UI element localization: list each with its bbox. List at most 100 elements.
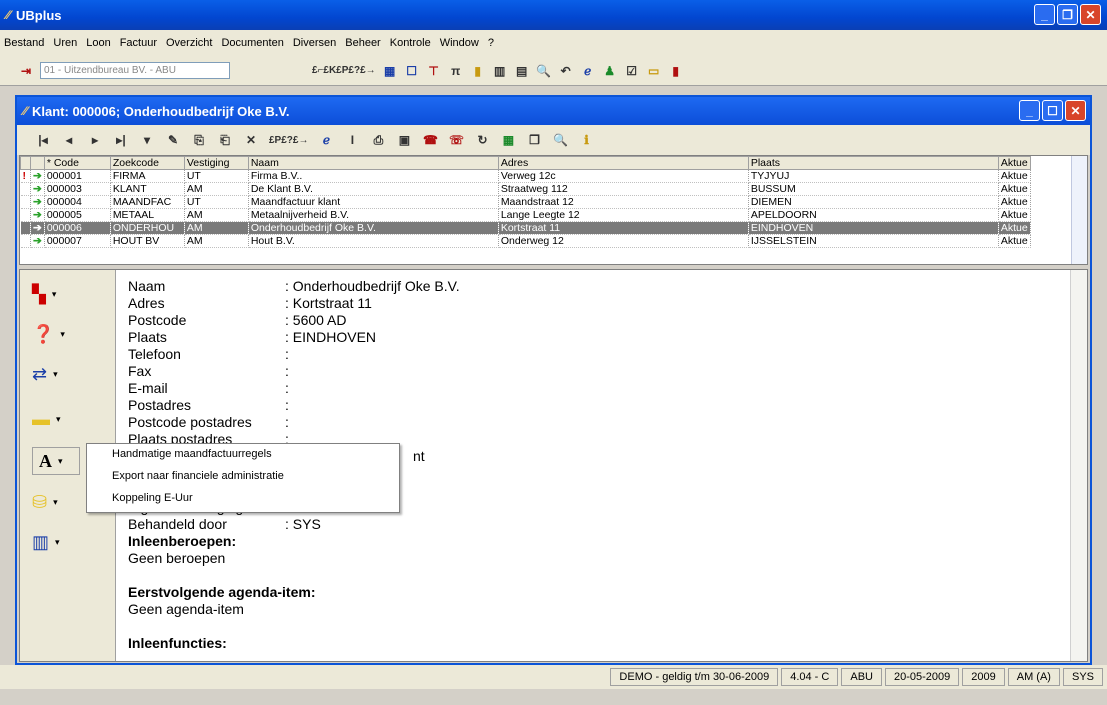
heading-inleenfuncties: Inleenfuncties:	[128, 635, 227, 651]
company-select[interactable]: 01 - Uitzendbureau BV. - ABU	[40, 62, 230, 79]
minimize-button[interactable]: _	[1034, 4, 1055, 25]
help-button[interactable]: ❓ ▾	[32, 320, 92, 348]
table-row[interactable]: ! ➔ 000001 FIRMA UT Firma B.V.. Verweg 1…	[20, 169, 1031, 183]
client-codes-icon[interactable]: £P£?£→	[269, 135, 308, 146]
status-version: 4.04 - C	[781, 668, 839, 686]
folder-button[interactable]: ▬ ▾	[32, 405, 92, 433]
value-email: :	[285, 380, 289, 396]
table-button[interactable]: ▥ ▾	[32, 528, 92, 556]
table-row[interactable]: ➔ 000007 HOUT BV AM Hout B.V. Onderweg 1…	[20, 234, 1031, 248]
window-icon[interactable]: ☐	[404, 64, 420, 78]
heading-agenda: Eerstvolgende agenda-item:	[128, 584, 316, 600]
col-header-naam[interactable]: Naam	[247, 156, 499, 170]
menu-factuur[interactable]: Factuur	[120, 37, 157, 49]
book-icon[interactable]: ▮	[470, 64, 486, 78]
info-icon[interactable]: ℹ	[578, 133, 594, 147]
cell-vestiging: AM	[184, 208, 249, 222]
cell-vestiging: UT	[184, 195, 249, 209]
delete-icon[interactable]: ✕	[243, 133, 259, 147]
note-icon[interactable]: ▭	[646, 64, 662, 78]
web-icon[interactable]: ℯ	[318, 133, 334, 147]
menu-beheer[interactable]: Beheer	[345, 37, 380, 49]
menu-help[interactable]: ?	[488, 37, 494, 49]
menu-item-koppeling-e-uur[interactable]: Koppeling E-Uur	[87, 488, 399, 510]
cell-aktueel: Aktue	[998, 234, 1031, 248]
phone2-icon[interactable]: ☏	[448, 133, 464, 147]
arrow-icon: ➔	[30, 221, 45, 235]
value-postadres: :	[285, 397, 289, 413]
print-icon[interactable]: ⎙	[370, 133, 386, 148]
columns-icon[interactable]: ▥	[492, 64, 508, 78]
refresh-icon[interactable]: ↻	[474, 133, 490, 147]
close-button[interactable]: ✕	[1080, 4, 1101, 25]
next-record-icon[interactable]: ▸	[87, 133, 103, 147]
child-close-button[interactable]: ✕	[1065, 100, 1086, 121]
phone-icon[interactable]: ☎	[422, 133, 438, 147]
value-telefoon: :	[285, 346, 289, 362]
menu-kontrole[interactable]: Kontrole	[390, 37, 431, 49]
menu-bestand[interactable]: Bestand	[4, 37, 44, 49]
cell-aktueel: Aktue	[998, 182, 1031, 196]
prev-record-icon[interactable]: ◂	[61, 133, 77, 147]
calculator-icon[interactable]: ▦	[382, 64, 398, 78]
menu-diversen[interactable]: Diversen	[293, 37, 336, 49]
chevron-down-icon: ▾	[51, 288, 57, 299]
copy-icon[interactable]: ⎘	[191, 133, 207, 148]
col-header-vestiging[interactable]: Vestiging	[183, 156, 249, 170]
browser-icon[interactable]: ℯ	[580, 64, 596, 78]
last-record-icon[interactable]: ▸|	[113, 133, 129, 147]
arrow-icon: ➔	[30, 169, 45, 183]
toolbar-codes-icon[interactable]: £⌐£K£P£?£→	[312, 65, 376, 76]
edit-icon[interactable]: ✎	[165, 133, 181, 147]
col-header-aktueel[interactable]: Aktue	[997, 156, 1031, 170]
client-window: ⁄⁄ Klant: 000006; Onderhoudbedrijf Oke B…	[15, 95, 1092, 665]
fax-icon[interactable]: ▣	[396, 133, 412, 147]
pin-icon[interactable]: ⊤	[426, 64, 442, 78]
menu-item-export-financiele-administratie[interactable]: Export naar financiele administratie	[87, 466, 399, 488]
cell-plaats: BUSSUM	[748, 182, 999, 196]
door-exit-icon[interactable]: ▮	[668, 64, 684, 78]
grid-icon[interactable]: ▤	[514, 64, 530, 78]
restore-button[interactable]: ❐	[1057, 4, 1078, 25]
child-maximize-button[interactable]: ☐	[1042, 100, 1063, 121]
table-row[interactable]: ➔ 000003 KLANT AM De Klant B.V. Straatwe…	[20, 182, 1031, 196]
label-adres: Adres	[128, 295, 165, 311]
menu-uren[interactable]: Uren	[53, 37, 77, 49]
text-cursor-icon[interactable]: I	[344, 133, 360, 147]
database-button[interactable]: ⛁ ▾	[32, 488, 92, 516]
detail-scrollbar[interactable]	[1070, 270, 1087, 661]
text-button[interactable]: A ▾	[32, 447, 80, 475]
col-header-plaats[interactable]: Plaats	[747, 156, 999, 170]
people-icon[interactable]: ♟	[602, 64, 618, 78]
table-row-selected[interactable]: ➔ 000006 ONDERHOU AM Onderhoudbedrijf Ok…	[20, 221, 1031, 235]
undo-icon[interactable]: ↶	[558, 64, 574, 78]
table-row[interactable]: ➔ 000004 MAANDFAC UT Maandfactuur klant …	[20, 195, 1031, 209]
chevron-down-icon: ▾	[58, 455, 63, 466]
cell-vestiging: AM	[184, 182, 249, 196]
first-record-icon[interactable]: |◂	[35, 133, 51, 147]
cell-vestiging: AM	[184, 221, 249, 235]
exit-icon[interactable]: ⇥	[18, 64, 34, 78]
menu-window[interactable]: Window	[440, 37, 479, 49]
menu-documenten[interactable]: Documenten	[221, 37, 283, 49]
grid-scrollbar[interactable]	[1071, 156, 1087, 264]
search-icon[interactable]: 🔍	[552, 133, 568, 147]
col-header-zoekcode[interactable]: Zoekcode	[109, 156, 185, 170]
col-header-code[interactable]: * Code	[43, 156, 111, 170]
preview-icon[interactable]: 🔍	[536, 64, 552, 78]
hierarchy-button[interactable]: ▚ ▾	[32, 280, 92, 308]
table-row[interactable]: ➔ 000005 METAAL AM Metaalnijverheid B.V.…	[20, 208, 1031, 222]
child-minimize-button[interactable]: _	[1019, 100, 1040, 121]
calendar-icon[interactable]: ▦	[500, 133, 516, 147]
checklist-icon[interactable]: ☑	[624, 64, 640, 78]
filter-icon[interactable]: ▾	[139, 133, 155, 147]
status-user: SYS	[1062, 668, 1103, 686]
menu-loon[interactable]: Loon	[86, 37, 110, 49]
sync-button[interactable]: ⇄ ▾	[32, 360, 92, 388]
col-header-adres[interactable]: Adres	[497, 156, 749, 170]
pi-icon[interactable]: π	[448, 64, 464, 78]
menu-overzicht[interactable]: Overzicht	[166, 37, 212, 49]
paste-icon[interactable]: ⎗	[217, 133, 233, 148]
layers-icon[interactable]: ❒	[526, 133, 542, 147]
menu-item-handmatige-maandfactuurregels[interactable]: Handmatige maandfactuurregels	[87, 444, 399, 466]
